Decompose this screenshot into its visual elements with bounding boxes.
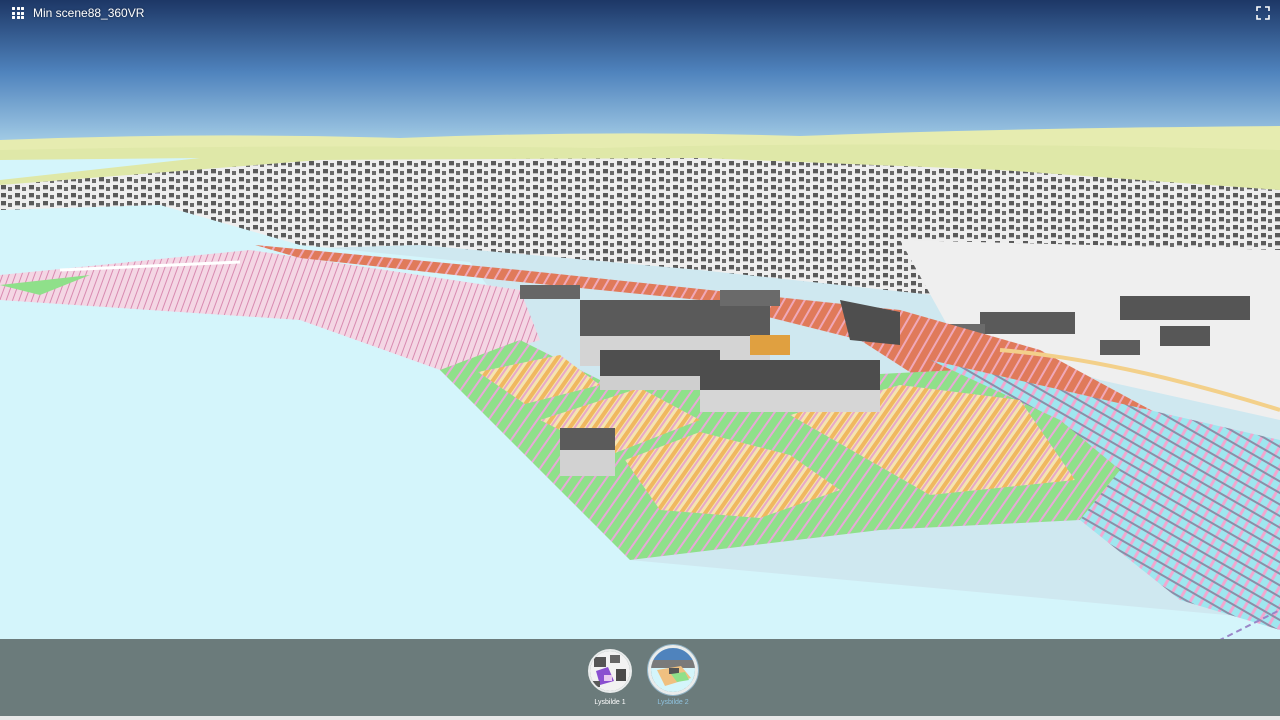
slide-1[interactable]: Lysbilde 1 [580, 649, 640, 706]
slide-1-thumbnail[interactable] [588, 649, 632, 693]
slides-bar: Lysbilde 1 Lysbilde 2 [0, 639, 1280, 716]
fullscreen-icon[interactable] [1256, 6, 1270, 20]
apps-grid-icon[interactable] [12, 7, 24, 19]
scene-title: Min scene88_360VR [33, 6, 145, 20]
slide-1-label: Lysbilde 1 [594, 699, 626, 706]
top-bar: Min scene88_360VR [0, 0, 1280, 28]
slide-2-thumbnail[interactable] [648, 645, 698, 695]
bottom-strip [0, 716, 1280, 720]
3d-scene-view[interactable] [0, 0, 1280, 640]
scene-canvas[interactable] [0, 0, 1280, 640]
slide-2[interactable]: Lysbilde 2 [643, 645, 703, 706]
slide-2-label: Lysbilde 2 [657, 699, 689, 706]
